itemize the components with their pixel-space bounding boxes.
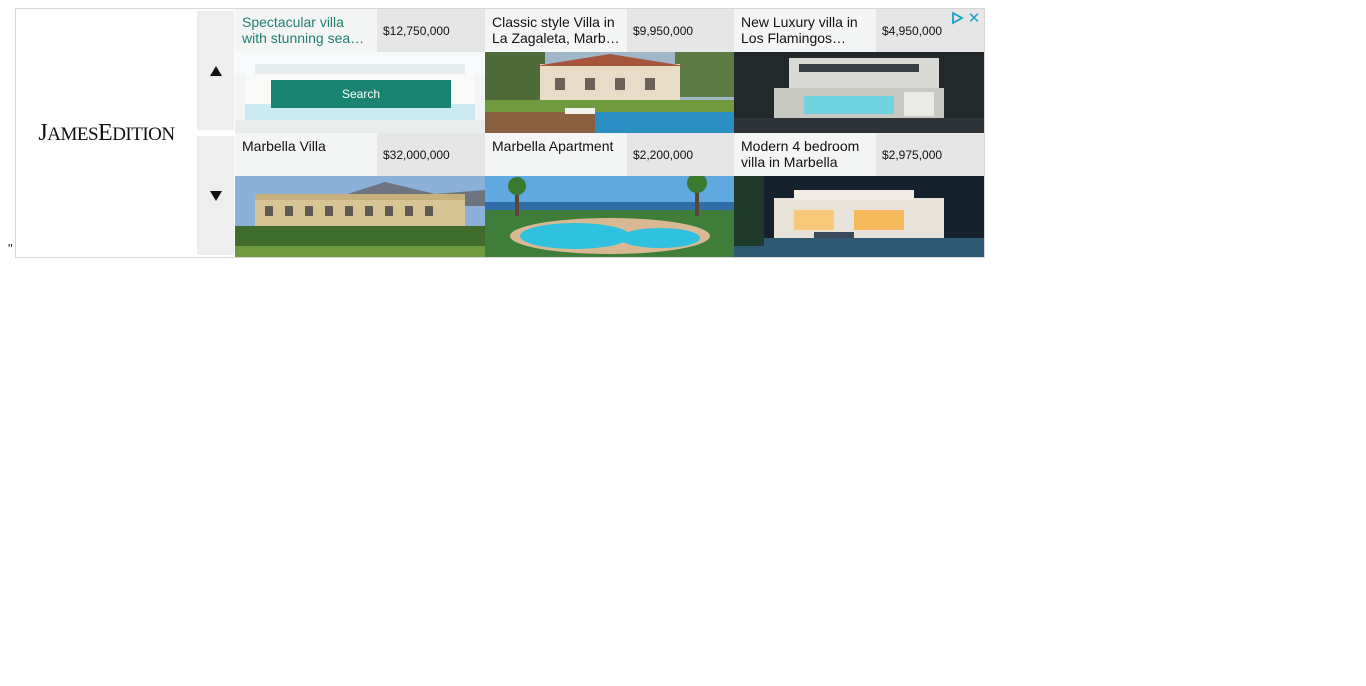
james-edition-logo[interactable]: JAMESEDITION [38, 120, 175, 147]
ad-banner[interactable]: JAMESEDITION Spectacular villa with stun… [15, 8, 985, 258]
arrow-down-icon [209, 190, 222, 201]
villa-photo-image [485, 52, 735, 133]
listing-card[interactable]: Marbella Apartment $2,200,000 [485, 133, 735, 257]
adchoices-icon[interactable] [951, 11, 964, 25]
villa-photo-image [734, 176, 984, 257]
listing-card[interactable]: Classic style Villa in La Zagaleta, Marb… [485, 9, 735, 133]
close-icon[interactable]: ✕ [967, 10, 981, 26]
listing-price: $12,750,000 [377, 9, 485, 52]
resort-pool-image [485, 176, 735, 257]
listing-title[interactable]: Spectacular villa with stunning sea… [235, 9, 377, 52]
listing-card[interactable]: New Luxury villa in Los Flamingos Gol… $… [734, 9, 984, 133]
listing-price: $2,200,000 [627, 133, 735, 176]
search-button[interactable]: Search [271, 80, 451, 108]
listing-price: $9,950,000 [627, 9, 735, 52]
listing-title[interactable]: Marbella Apartment [485, 133, 627, 176]
listing-header: Spectacular villa with stunning sea… $12… [235, 9, 485, 52]
listing-header: Marbella Apartment $2,200,000 [485, 133, 735, 176]
listing-title[interactable]: New Luxury villa in Los Flamingos Gol… [734, 9, 876, 52]
villa-photo-image [734, 52, 984, 133]
listing-photo[interactable] [734, 176, 984, 257]
listing-title[interactable]: Marbella Villa [235, 133, 377, 176]
listing-photo[interactable] [485, 52, 735, 133]
listing-grid: Spectacular villa with stunning sea… $12… [235, 9, 984, 257]
listing-photo[interactable] [734, 52, 984, 133]
scroll-up-button[interactable] [197, 11, 234, 130]
brand-panel[interactable]: JAMESEDITION [16, 9, 197, 257]
listing-photo[interactable] [485, 176, 735, 257]
listing-photo[interactable]: Search [235, 52, 485, 133]
listing-card[interactable]: Modern 4 bedroom villa in Marbella $2,97… [734, 133, 984, 257]
listing-header: Marbella Villa $32,000,000 [235, 133, 485, 176]
listing-card[interactable]: Marbella Villa $32,000,000 [235, 133, 485, 257]
listing-header: Modern 4 bedroom villa in Marbella $2,97… [734, 133, 984, 176]
listing-title[interactable]: Modern 4 bedroom villa in Marbella [734, 133, 876, 176]
listing-price: $32,000,000 [377, 133, 485, 176]
listing-photo[interactable] [235, 176, 485, 257]
scroll-down-button[interactable] [197, 136, 234, 255]
listing-header: Classic style Villa in La Zagaleta, Marb… [485, 9, 735, 52]
arrow-up-icon [209, 65, 222, 76]
stray-quote-text: " [8, 241, 13, 256]
listing-card[interactable]: Spectacular villa with stunning sea… $12… [235, 9, 485, 133]
listing-title[interactable]: Classic style Villa in La Zagaleta, Marb… [485, 9, 627, 52]
villa-photo-image [235, 176, 485, 257]
listing-price: $2,975,000 [876, 133, 984, 176]
carousel-nav [197, 11, 235, 257]
listing-header: New Luxury villa in Los Flamingos Gol… $… [734, 9, 984, 52]
